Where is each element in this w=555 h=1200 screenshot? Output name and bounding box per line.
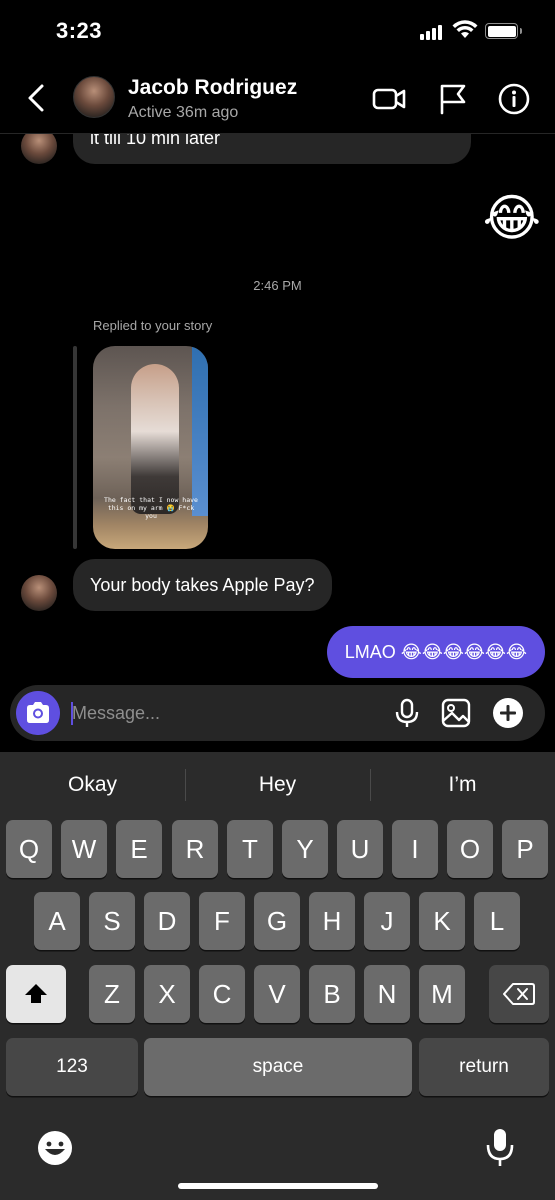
sent-emoji-message[interactable]: 😂 bbox=[483, 186, 541, 250]
key-t[interactable]: T bbox=[227, 820, 273, 878]
emoji-keyboard-icon[interactable] bbox=[36, 1129, 74, 1167]
key-b[interactable]: B bbox=[309, 965, 355, 1023]
suggestion-okay[interactable]: Okay bbox=[0, 752, 185, 818]
key-z[interactable]: Z bbox=[89, 965, 135, 1023]
key-n[interactable]: N bbox=[364, 965, 410, 1023]
story-reply-label: Replied to your story bbox=[93, 318, 213, 333]
key-g[interactable]: G bbox=[254, 892, 300, 950]
key-c[interactable]: C bbox=[199, 965, 245, 1023]
camera-icon[interactable] bbox=[16, 691, 60, 735]
sender-avatar[interactable] bbox=[21, 575, 57, 611]
story-person-figure bbox=[131, 364, 179, 514]
key-y[interactable]: Y bbox=[282, 820, 328, 878]
key-a[interactable]: A bbox=[34, 892, 80, 950]
outgoing-message-text: LMAO 😂😂😂😂😂😂 bbox=[344, 642, 527, 662]
key-s[interactable]: S bbox=[89, 892, 135, 950]
back-chevron-icon[interactable] bbox=[22, 78, 52, 118]
status-time: 3:23 bbox=[56, 18, 103, 43]
battery-tip bbox=[520, 28, 522, 34]
microphone-icon[interactable] bbox=[391, 697, 423, 729]
key-d[interactable]: D bbox=[144, 892, 190, 950]
keyboard: Okay Hey I’m Q W E R T Y U I O P A S D F… bbox=[0, 752, 555, 1200]
incoming-message-bubble[interactable]: Your body takes Apple Pay? bbox=[73, 559, 332, 611]
key-i[interactable]: I bbox=[392, 820, 438, 878]
story-caption: The fact that I now have this on my arm … bbox=[104, 496, 198, 520]
add-plus-icon[interactable] bbox=[492, 697, 524, 729]
suggestion-im[interactable]: I’m bbox=[370, 752, 555, 818]
home-indicator[interactable] bbox=[178, 1183, 378, 1189]
contact-avatar[interactable] bbox=[73, 76, 115, 118]
space-key[interactable]: space bbox=[144, 1038, 412, 1096]
dictation-microphone-icon[interactable] bbox=[484, 1127, 516, 1169]
story-reply-bar bbox=[73, 346, 77, 549]
video-call-icon[interactable] bbox=[372, 82, 406, 116]
key-f[interactable]: F bbox=[199, 892, 245, 950]
key-r[interactable]: R bbox=[172, 820, 218, 878]
key-l[interactable]: L bbox=[474, 892, 520, 950]
chat-header: Jacob Rodriguez Active 36m ago bbox=[0, 64, 555, 134]
key-u[interactable]: U bbox=[337, 820, 383, 878]
report-flag-icon[interactable] bbox=[436, 82, 470, 116]
cellular-signal-icon bbox=[420, 24, 446, 40]
backspace-icon bbox=[503, 983, 535, 1005]
outgoing-message-bubble[interactable]: LMAO 😂😂😂😂😂😂 bbox=[326, 626, 545, 678]
key-o[interactable]: O bbox=[447, 820, 493, 878]
return-key[interactable]: return bbox=[419, 1038, 549, 1096]
message-composer bbox=[10, 685, 545, 741]
contact-name[interactable]: Jacob Rodriguez bbox=[128, 76, 297, 100]
contact-active-status: Active 36m ago bbox=[128, 104, 239, 121]
info-icon[interactable] bbox=[497, 82, 531, 116]
key-h[interactable]: H bbox=[309, 892, 355, 950]
key-j[interactable]: J bbox=[364, 892, 410, 950]
wifi-icon bbox=[452, 20, 478, 38]
suggestion-hey[interactable]: Hey bbox=[185, 752, 370, 818]
shift-arrow-icon bbox=[25, 984, 47, 1003]
battery-icon bbox=[485, 23, 518, 39]
key-m[interactable]: M bbox=[419, 965, 465, 1023]
numbers-key[interactable]: 123 bbox=[6, 1038, 138, 1096]
status-bar: 3:23 bbox=[0, 0, 555, 64]
message-timestamp: 2:46 PM bbox=[253, 278, 302, 293]
key-x[interactable]: X bbox=[144, 965, 190, 1023]
story-curtain bbox=[192, 346, 208, 516]
gallery-image-icon[interactable] bbox=[440, 697, 472, 729]
story-reply-thumbnail[interactable]: The fact that I now have this on my arm … bbox=[93, 346, 208, 549]
message-input[interactable] bbox=[72, 695, 372, 731]
shift-key[interactable] bbox=[6, 965, 66, 1023]
incoming-message-text: Your body takes Apple Pay? bbox=[90, 575, 315, 595]
key-k[interactable]: K bbox=[419, 892, 465, 950]
key-p[interactable]: P bbox=[502, 820, 548, 878]
backspace-key[interactable] bbox=[489, 965, 549, 1023]
key-e[interactable]: E bbox=[116, 820, 162, 878]
key-v[interactable]: V bbox=[254, 965, 300, 1023]
key-q[interactable]: Q bbox=[6, 820, 52, 878]
key-w[interactable]: W bbox=[61, 820, 107, 878]
